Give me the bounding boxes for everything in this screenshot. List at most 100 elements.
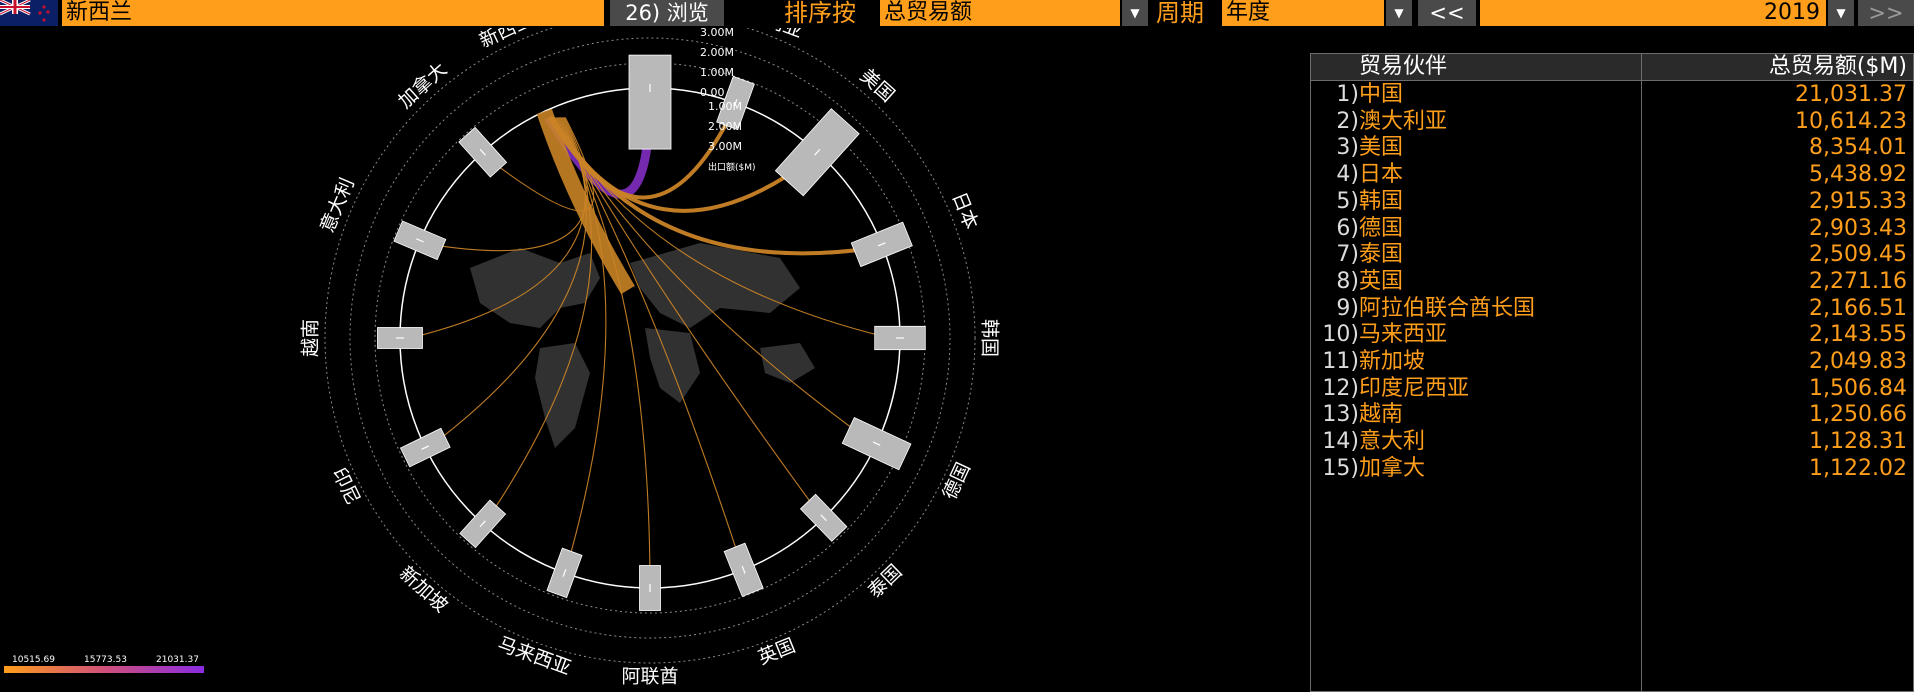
node-label: 阿联酋: [621, 666, 678, 688]
table-row[interactable]: 12) 印度尼西亚 1,506.84: [1311, 376, 1913, 402]
node-label: 日本: [947, 189, 982, 232]
period-dropdown-icon[interactable]: ▼: [1386, 0, 1412, 26]
node-label: 澳大利亚: [727, 28, 806, 42]
node-10: [546, 547, 583, 599]
row-partner: 德国: [1359, 215, 1404, 241]
table-row[interactable]: 13) 越南 1,250.66: [1311, 402, 1913, 428]
row-partner: 韩国: [1359, 188, 1404, 214]
row-total: 1,250.66: [1809, 402, 1907, 428]
node-label: 韩国: [979, 319, 1001, 357]
map-landmass-3: [645, 328, 700, 403]
row-rank: 9): [1336, 295, 1359, 321]
table-row[interactable]: 9) 阿拉伯联合酋长国 2,166.51: [1311, 296, 1913, 322]
table-row[interactable]: 11) 新加坡 2,049.83: [1311, 349, 1913, 375]
row-rank: 10): [1322, 322, 1359, 348]
table-row[interactable]: 5) 韩国 2,915.33: [1311, 189, 1913, 215]
sort-dropdown-icon[interactable]: ▼: [1122, 0, 1148, 26]
row-partner: 意大利: [1359, 429, 1426, 455]
table-header: 贸易伙伴 总贸易额($M): [1311, 54, 1913, 81]
table-row[interactable]: 3) 美国 8,354.01: [1311, 135, 1913, 161]
table-row[interactable]: 15) 加拿大 1,122.02: [1311, 456, 1913, 482]
row-rank: 2): [1336, 108, 1359, 134]
row-total: 2,271.16: [1809, 268, 1907, 294]
row-rank: 14): [1322, 429, 1359, 455]
row-rank: 5): [1336, 188, 1359, 214]
node-6: [841, 417, 912, 471]
row-partner: 日本: [1359, 162, 1404, 188]
row-total: 2,049.83: [1809, 349, 1907, 374]
row-partner: 印度尼西亚: [1359, 375, 1470, 401]
table-row[interactable]: 1) 中国 21,031.37: [1311, 82, 1913, 108]
prev-year-button[interactable]: <<: [1418, 0, 1476, 26]
table-row[interactable]: 7) 泰国 2,509.45: [1311, 242, 1913, 268]
row-rank: 8): [1336, 268, 1359, 294]
row-partner: 英国: [1359, 268, 1404, 294]
scale-upper-3: 0.00: [700, 86, 725, 99]
node-8: [723, 542, 764, 598]
row-partner: 泰国: [1359, 242, 1404, 268]
row-total: 1,506.84: [1809, 375, 1907, 401]
row-total: 1,128.31: [1809, 429, 1907, 455]
row-rank: 11): [1322, 349, 1359, 374]
row-partner: 马来西亚: [1359, 322, 1448, 348]
period-label: 周期: [1156, 0, 1204, 27]
row-partner: 新加坡: [1359, 349, 1426, 374]
node-13: [377, 327, 423, 349]
year-value: 2019: [1764, 0, 1820, 25]
row-total: 2,509.45: [1809, 242, 1907, 268]
scale-lower-2: 3.00M: [708, 140, 742, 153]
col-total-header[interactable]: 总贸易额($M): [1769, 54, 1907, 80]
trade-partner-table: 贸易伙伴 总贸易额($M) 1) 中国 21,031.37 2) 澳大利亚 10,614.…: [1310, 53, 1914, 692]
year-field[interactable]: 2019: [1480, 0, 1826, 26]
row-partner: 加拿大: [1359, 455, 1426, 481]
row-rank: 1): [1336, 82, 1359, 107]
color-legend: 10515.69 15773.53 21031.37: [4, 655, 204, 675]
next-year-button[interactable]: >>: [1858, 0, 1914, 26]
node-label: 意大利: [316, 175, 359, 236]
node-label: 德国: [939, 459, 975, 503]
sort-select[interactable]: 总贸易额: [880, 0, 1120, 26]
row-total: 10,614.23: [1795, 108, 1907, 134]
row-partner: 美国: [1359, 135, 1404, 161]
table-row[interactable]: 10) 马来西亚 2,143.55: [1311, 322, 1913, 348]
map-landmass-2: [630, 243, 800, 328]
node-box: [628, 54, 672, 150]
table-row[interactable]: 8) 英国 2,271.16: [1311, 269, 1913, 295]
row-total: 1,122.02: [1809, 455, 1907, 481]
node-label: 越南: [300, 319, 322, 357]
row-rank: 15): [1322, 455, 1359, 481]
nz-flag-icon: [0, 0, 50, 22]
col-partner-header[interactable]: 贸易伙伴: [1359, 54, 1447, 80]
table-row[interactable]: 4) 日本 5,438.92: [1311, 162, 1913, 188]
table-row[interactable]: 2) 澳大利亚 10,614.23: [1311, 109, 1913, 135]
row-total: 2,915.33: [1809, 188, 1907, 214]
node-12: [399, 427, 451, 468]
node-9: [639, 565, 661, 611]
node-label: 泰国: [864, 560, 907, 602]
row-total: 2,166.51: [1809, 295, 1907, 321]
scale-upper-1: 2.00M: [700, 46, 734, 59]
period-select[interactable]: 年度: [1222, 0, 1384, 26]
world-map-background: [470, 243, 815, 448]
table-row[interactable]: 14) 意大利 1,128.31: [1311, 429, 1913, 455]
legend-tick-1: 10515.69: [12, 655, 55, 665]
row-partner: 越南: [1359, 402, 1404, 428]
row-rank: 4): [1336, 162, 1359, 188]
node-14: [393, 220, 447, 261]
node-label: 英国: [755, 635, 798, 670]
scale-lower-0: 1.00M: [708, 100, 742, 113]
node-label: 印尼: [328, 464, 364, 508]
year-dropdown-icon[interactable]: ▼: [1828, 0, 1854, 26]
browse-button[interactable]: 26) 浏览: [610, 0, 724, 26]
map-landmass-0: [470, 248, 600, 328]
row-total: 2,903.43: [1809, 215, 1907, 241]
table-row[interactable]: 6) 德国 2,903.43: [1311, 216, 1913, 242]
row-rank: 7): [1336, 242, 1359, 268]
legend-tick-3: 21031.37: [156, 655, 199, 665]
node-label: 马来西亚: [495, 633, 574, 680]
node-label: 美国: [856, 65, 899, 107]
country-flag: [0, 0, 58, 26]
node-4: [850, 221, 913, 268]
country-field[interactable]: 新西兰: [62, 0, 604, 26]
legend-tick-2: 15773.53: [84, 655, 127, 665]
